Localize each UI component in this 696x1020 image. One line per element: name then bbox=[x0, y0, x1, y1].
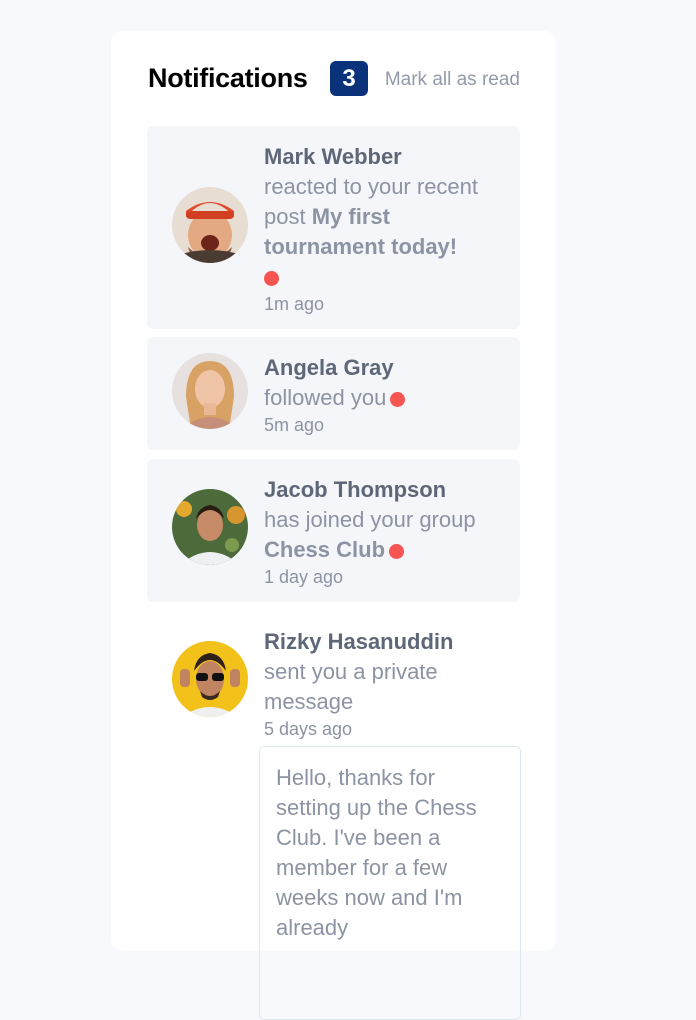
avatar[interactable] bbox=[172, 187, 248, 263]
avatar[interactable] bbox=[172, 489, 248, 565]
notification-item[interactable]: Mark Webber reacted to your recent post … bbox=[147, 126, 520, 329]
private-message[interactable]: Hello, thanks for setting up the Chess C… bbox=[259, 746, 521, 1020]
notification-action: sent you a private message bbox=[264, 659, 438, 714]
notification-action: has joined your group bbox=[264, 507, 476, 532]
mark-all-as-read-button[interactable]: Mark all as read bbox=[385, 69, 520, 91]
notification-time: 5 days ago bbox=[264, 719, 353, 739]
notification-text: Angela Gray followed you 5m ago bbox=[264, 353, 504, 437]
notification-item[interactable]: Jacob Thompson has joined your group Che… bbox=[147, 459, 520, 602]
unread-dot bbox=[264, 270, 279, 286]
notification-item[interactable]: Rizky Hasanuddin sent you a private mess… bbox=[147, 611, 520, 741]
notification-action: followed you bbox=[264, 385, 387, 410]
user-name[interactable]: Angela Gray bbox=[264, 355, 394, 380]
user-name[interactable]: Mark Webber bbox=[264, 144, 402, 169]
notification-time: 1m ago bbox=[264, 294, 325, 314]
user-name[interactable]: Jacob Thompson bbox=[264, 477, 446, 502]
group-link[interactable]: Chess Club bbox=[264, 537, 385, 562]
notification-text: Mark Webber reacted to your recent post … bbox=[264, 142, 504, 316]
user-name[interactable]: Rizky Hasanuddin bbox=[264, 629, 453, 654]
notification-text: Rizky Hasanuddin sent you a private mess… bbox=[264, 627, 504, 741]
avatar[interactable] bbox=[172, 641, 248, 717]
page-title: Notifications bbox=[148, 63, 308, 93]
notifications-card: Notifications 3 Mark all as read Mark We… bbox=[111, 31, 556, 1020]
notification-time: 1 day ago bbox=[264, 567, 344, 587]
unread-dot bbox=[389, 543, 405, 559]
notification-time: 5m ago bbox=[264, 415, 325, 435]
notification-text: Jacob Thompson has joined your group Che… bbox=[264, 475, 504, 589]
avatar[interactable] bbox=[172, 353, 248, 429]
unread-dot bbox=[390, 391, 406, 407]
unread-count-badge: 3 bbox=[330, 61, 368, 96]
notification-item[interactable]: Angela Gray followed you 5m ago bbox=[147, 337, 520, 450]
notifications-header: Notifications 3 Mark all as read bbox=[148, 61, 520, 97]
